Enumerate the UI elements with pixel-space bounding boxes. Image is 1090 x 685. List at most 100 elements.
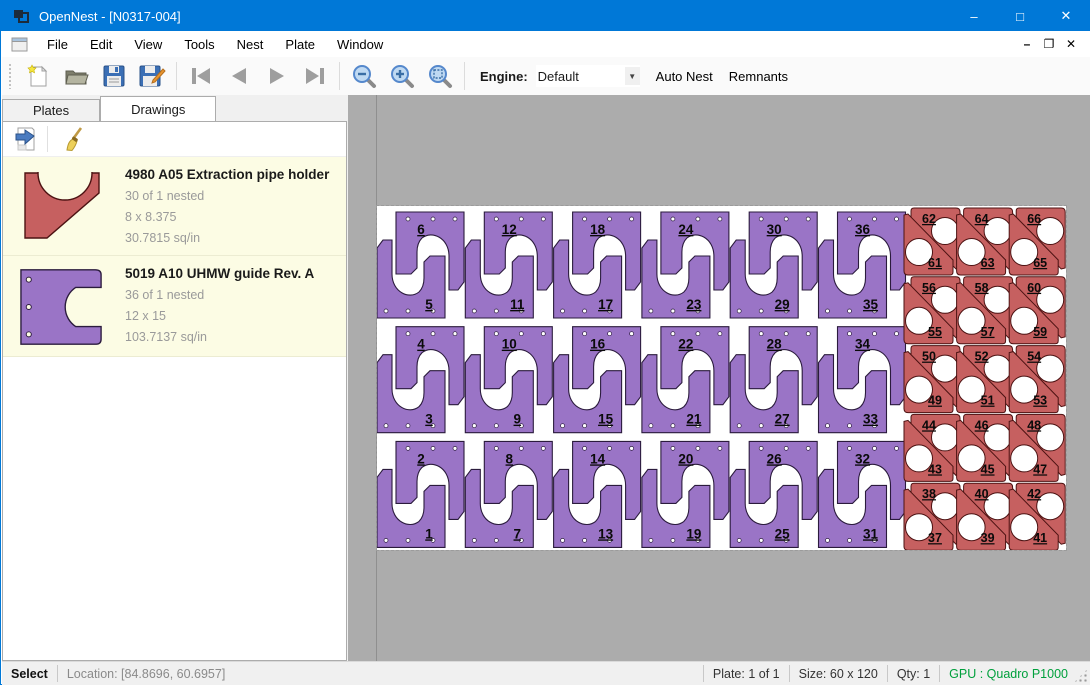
left-panel: Plates Drawings bbox=[2, 95, 348, 661]
next-plate-button[interactable] bbox=[258, 60, 296, 92]
mdi-window-buttons: – ❐ ✕ bbox=[1016, 34, 1090, 54]
svg-text:15: 15 bbox=[598, 412, 614, 427]
svg-text:24: 24 bbox=[678, 222, 694, 237]
app-icon bbox=[13, 9, 29, 23]
svg-text:58: 58 bbox=[975, 281, 989, 295]
engine-select[interactable]: Default ▼ bbox=[536, 65, 640, 87]
svg-text:55: 55 bbox=[928, 325, 942, 339]
drawing-thumbnail bbox=[13, 165, 117, 249]
svg-text:49: 49 bbox=[928, 394, 942, 408]
svg-text:21: 21 bbox=[686, 412, 702, 427]
menu-item-view[interactable]: View bbox=[123, 33, 173, 56]
svg-text:32: 32 bbox=[855, 451, 870, 466]
status-location: Location: [84.8696, 60.6957] bbox=[67, 667, 225, 681]
tab-plates[interactable]: Plates bbox=[2, 99, 100, 121]
drawing-size: 12 x 15 bbox=[125, 306, 314, 327]
svg-text:25: 25 bbox=[775, 526, 791, 541]
toolbar-grip[interactable] bbox=[8, 63, 13, 89]
svg-text:19: 19 bbox=[686, 526, 701, 541]
status-gpu: GPU : Quadro P1000 bbox=[949, 667, 1068, 681]
svg-text:52: 52 bbox=[975, 350, 989, 364]
menu-item-tools[interactable]: Tools bbox=[173, 33, 225, 56]
new-file-button[interactable] bbox=[19, 60, 57, 92]
clear-drawings-button[interactable] bbox=[58, 124, 92, 154]
mdi-close-button[interactable]: ✕ bbox=[1060, 34, 1082, 54]
svg-text:26: 26 bbox=[767, 451, 783, 466]
svg-text:53: 53 bbox=[1033, 394, 1047, 408]
svg-text:27: 27 bbox=[775, 412, 790, 427]
maximize-button[interactable]: □ bbox=[997, 1, 1043, 31]
engine-selected-value: Default bbox=[536, 69, 625, 84]
menu-items: FileEditViewToolsNestPlateWindow bbox=[36, 33, 394, 56]
svg-text:46: 46 bbox=[975, 418, 989, 432]
chevron-down-icon[interactable]: ▼ bbox=[625, 67, 640, 85]
first-plate-button[interactable] bbox=[182, 60, 220, 92]
drawing-list-item[interactable]: 5019 A10 UHMW guide Rev. A 36 of 1 neste… bbox=[3, 256, 346, 357]
svg-text:7: 7 bbox=[514, 526, 522, 541]
svg-text:45: 45 bbox=[981, 462, 995, 476]
svg-text:51: 51 bbox=[981, 394, 995, 408]
drawing-area: 103.7137 sq/in bbox=[125, 327, 314, 348]
drawing-list-item[interactable]: 4980 A05 Extraction pipe holder 30 of 1 … bbox=[3, 157, 346, 256]
menu-item-nest[interactable]: Nest bbox=[226, 33, 275, 56]
nest-layout[interactable]: 6512111817242330293635431091615222128273… bbox=[377, 206, 1066, 550]
svg-text:20: 20 bbox=[678, 451, 693, 466]
status-bar: Select Location: [84.8696, 60.6957] Plat… bbox=[2, 661, 1090, 685]
uhmw-guide-shape bbox=[13, 264, 111, 350]
svg-text:62: 62 bbox=[922, 212, 936, 226]
last-plate-button[interactable] bbox=[296, 60, 334, 92]
status-mode: Select bbox=[11, 667, 48, 681]
svg-text:1: 1 bbox=[425, 526, 433, 541]
svg-text:50: 50 bbox=[922, 350, 936, 364]
panel-tabstrip: Plates Drawings bbox=[2, 97, 216, 121]
tab-drawings[interactable]: Drawings bbox=[100, 96, 216, 121]
previous-plate-button[interactable] bbox=[220, 60, 258, 92]
import-drawing-icon bbox=[13, 126, 39, 152]
svg-text:10: 10 bbox=[502, 337, 517, 352]
zoom-fit-button[interactable] bbox=[421, 60, 459, 92]
drawing-title: 4980 A05 Extraction pipe holder bbox=[125, 167, 329, 182]
svg-text:60: 60 bbox=[1027, 281, 1041, 295]
drawing-nested-count: 30 of 1 nested bbox=[125, 186, 329, 207]
svg-text:42: 42 bbox=[1027, 487, 1041, 501]
svg-text:13: 13 bbox=[598, 526, 614, 541]
menu-item-file[interactable]: File bbox=[36, 33, 79, 56]
menu-item-window[interactable]: Window bbox=[326, 33, 394, 56]
auto-nest-button[interactable]: Auto Nest bbox=[656, 69, 713, 84]
svg-text:43: 43 bbox=[928, 462, 942, 476]
svg-text:34: 34 bbox=[855, 337, 871, 352]
nest-canvas[interactable]: 6512111817242330293635431091615222128273… bbox=[348, 95, 1090, 661]
svg-text:35: 35 bbox=[863, 297, 879, 312]
window-title: OpenNest - [N0317-004] bbox=[39, 9, 181, 24]
svg-text:64: 64 bbox=[975, 212, 989, 226]
zoom-in-button[interactable] bbox=[383, 60, 421, 92]
close-button[interactable]: ✕ bbox=[1043, 1, 1089, 31]
drawing-thumbnail bbox=[13, 264, 117, 350]
remnants-button[interactable]: Remnants bbox=[729, 69, 788, 84]
mdi-minimize-button[interactable]: – bbox=[1016, 34, 1038, 54]
svg-text:41: 41 bbox=[1033, 531, 1047, 545]
svg-text:33: 33 bbox=[863, 412, 879, 427]
svg-text:40: 40 bbox=[975, 487, 989, 501]
drawing-nested-count: 36 of 1 nested bbox=[125, 285, 314, 306]
menu-item-edit[interactable]: Edit bbox=[79, 33, 123, 56]
svg-text:11: 11 bbox=[510, 297, 525, 312]
minimize-button[interactable]: – bbox=[951, 1, 997, 31]
engine-label: Engine: bbox=[480, 69, 528, 84]
mdi-restore-button[interactable]: ❐ bbox=[1038, 34, 1060, 54]
svg-text:56: 56 bbox=[922, 281, 936, 295]
zoom-out-button[interactable] bbox=[345, 60, 383, 92]
svg-text:44: 44 bbox=[922, 418, 936, 432]
status-plate: Plate: 1 of 1 bbox=[713, 667, 780, 681]
document-window-icon[interactable] bbox=[11, 37, 28, 52]
open-folder-icon bbox=[62, 63, 90, 89]
svg-text:61: 61 bbox=[928, 256, 942, 270]
svg-text:12: 12 bbox=[502, 222, 517, 237]
menu-item-plate[interactable]: Plate bbox=[274, 33, 326, 56]
resize-grip[interactable] bbox=[1074, 669, 1088, 683]
import-drawing-button[interactable] bbox=[9, 124, 43, 154]
save-as-button[interactable] bbox=[133, 60, 171, 92]
open-file-button[interactable] bbox=[57, 60, 95, 92]
save-button[interactable] bbox=[95, 60, 133, 92]
plate[interactable]: 6512111817242330293635431091615222128273… bbox=[377, 206, 1066, 550]
